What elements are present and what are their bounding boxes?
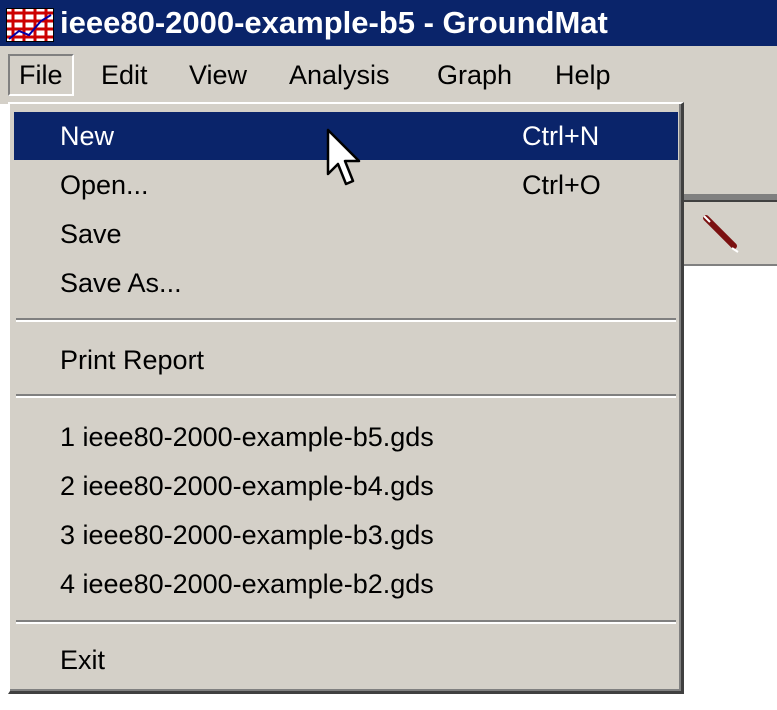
- menu-item-recent-2[interactable]: 2 ieee80-2000-example-b4.gds: [14, 462, 678, 510]
- menu-item-label: New: [60, 121, 115, 151]
- toolbar-area: [680, 104, 777, 196]
- menu-separator: [16, 394, 676, 398]
- menu-item-save[interactable]: Save: [14, 210, 678, 258]
- menu-analysis[interactable]: Analysis: [280, 54, 399, 96]
- menu-item-label: 3 ieee80-2000-example-b3.gds: [60, 520, 434, 550]
- menu-item-label: 4 ieee80-2000-example-b2.gds: [60, 569, 434, 599]
- menu-item-label: 1 ieee80-2000-example-b5.gds: [60, 422, 434, 452]
- mouse-pointer-icon: [326, 128, 366, 190]
- menu-separator: [16, 318, 676, 322]
- menu-item-shortcut: Ctrl+N: [522, 121, 600, 151]
- menu-item-label: 2 ieee80-2000-example-b4.gds: [60, 471, 434, 501]
- menu-help[interactable]: Help: [546, 54, 620, 96]
- menu-item-recent-4[interactable]: 4 ieee80-2000-example-b2.gds: [14, 560, 678, 608]
- pencil-line-icon[interactable]: [690, 208, 748, 256]
- menu-file[interactable]: File: [8, 54, 74, 96]
- menu-item-shortcut: Ctrl+O: [522, 170, 601, 200]
- menu-bar: File Edit View Analysis Graph Help: [0, 46, 777, 104]
- menu-item-recent-3[interactable]: 3 ieee80-2000-example-b3.gds: [14, 511, 678, 559]
- file-menu-dropdown: New Ctrl+N Open... Ctrl+O Save Save As..…: [8, 102, 684, 694]
- menu-item-label: Exit: [60, 645, 106, 675]
- menu-view[interactable]: View: [180, 54, 256, 96]
- window-title: ieee80-2000-example-b5 - GroundMat: [60, 5, 608, 40]
- grid-app-icon[interactable]: [6, 8, 54, 42]
- title-bar[interactable]: ieee80-2000-example-b5 - GroundMat: [0, 0, 777, 46]
- menu-graph[interactable]: Graph: [428, 54, 521, 96]
- menu-item-label: Print Report: [60, 345, 205, 375]
- toolbar-divider: [680, 194, 777, 202]
- menu-item-label: Open...: [60, 170, 149, 200]
- menu-item-exit[interactable]: Exit: [14, 636, 678, 684]
- menu-item-label: Save As...: [60, 268, 182, 298]
- menu-item-label: Save: [60, 219, 122, 249]
- menu-item-save-as[interactable]: Save As...: [14, 259, 678, 307]
- menu-item-print-report[interactable]: Print Report: [14, 336, 678, 384]
- menu-edit[interactable]: Edit: [92, 54, 157, 96]
- menu-separator: [16, 620, 676, 624]
- menu-item-recent-1[interactable]: 1 ieee80-2000-example-b5.gds: [14, 413, 678, 461]
